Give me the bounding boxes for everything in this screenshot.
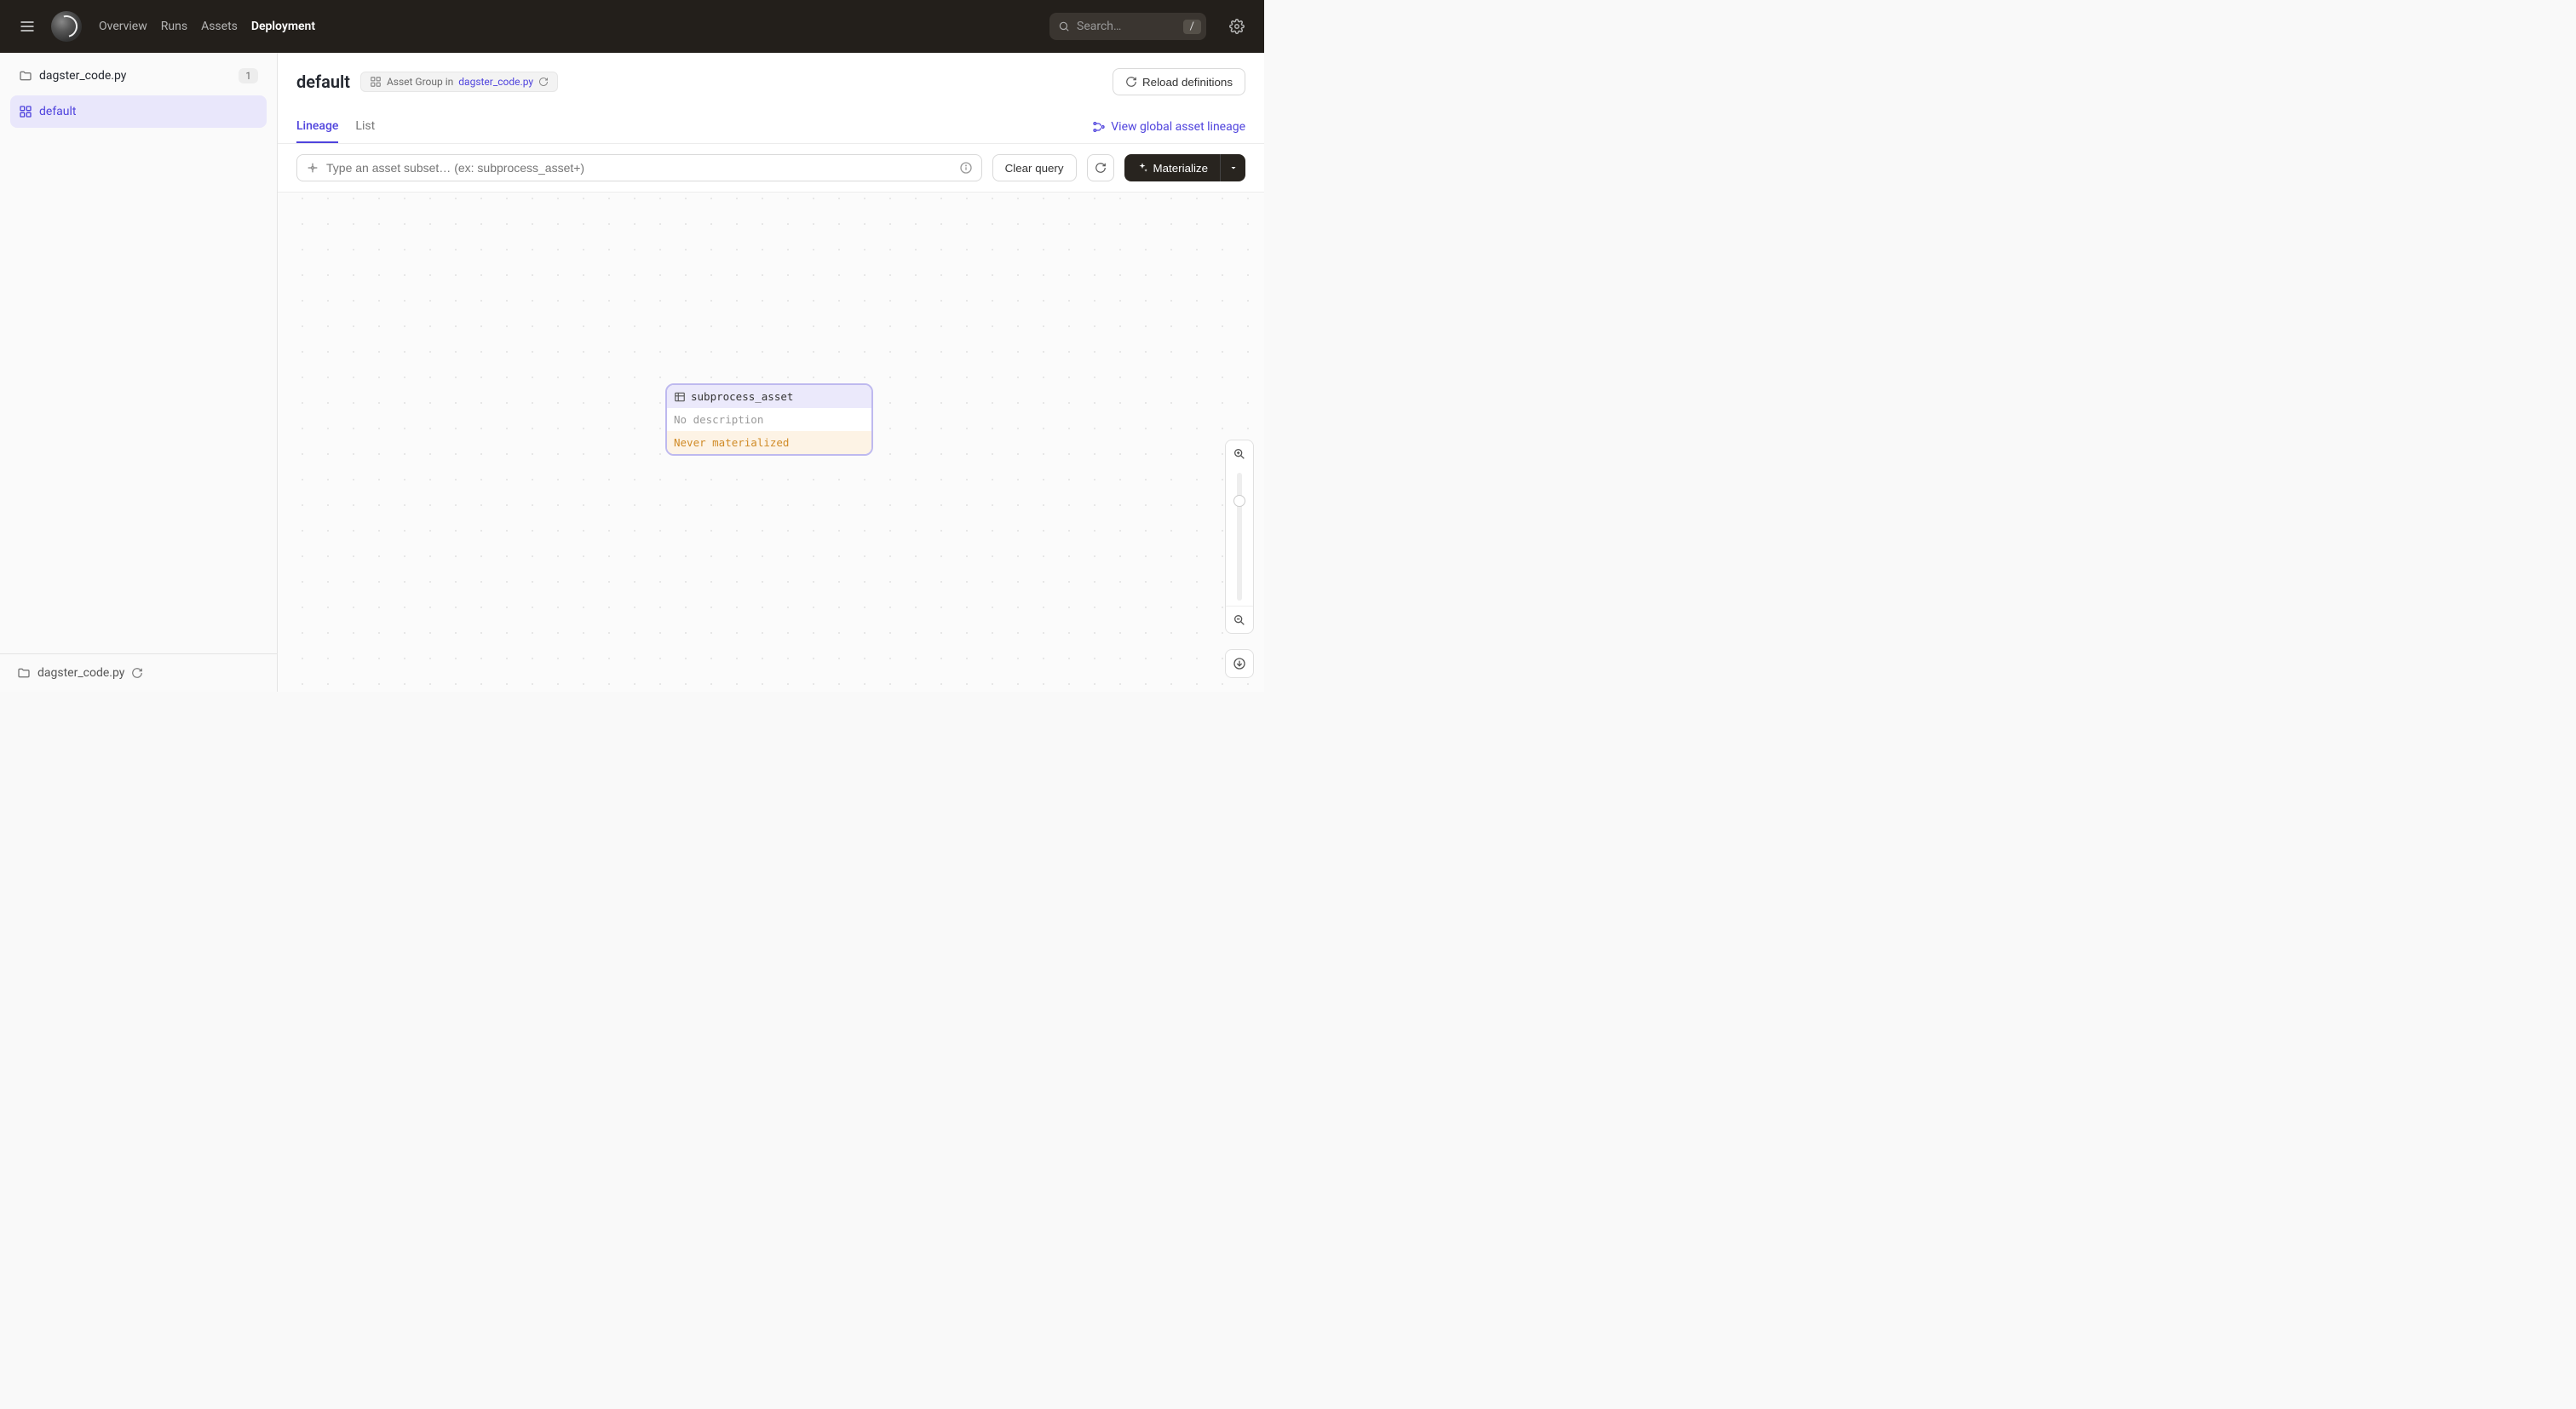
menu-icon [19, 18, 36, 35]
view-global-lineage-link[interactable]: View global asset lineage [1092, 113, 1245, 141]
query-row: Clear query Materialize [278, 144, 1264, 193]
asset-subset-input-wrapper [296, 154, 982, 181]
search-box[interactable]: Search… / [1049, 13, 1206, 40]
sidebar-footer-name: dagster_code.py [37, 666, 124, 680]
settings-button[interactable] [1223, 13, 1251, 40]
materialize-label: Materialize [1153, 162, 1208, 175]
nav-assets[interactable]: Assets [201, 20, 238, 33]
refresh-button[interactable] [1087, 154, 1114, 181]
materialize-button-group: Materialize [1124, 154, 1245, 181]
nav-runs[interactable]: Runs [161, 20, 187, 33]
asset-subset-input[interactable] [326, 161, 952, 175]
search-shortcut: / [1183, 20, 1201, 34]
sidebar-code-location[interactable]: dagster_code.py 1 [10, 60, 267, 92]
lineage-icon [1092, 120, 1106, 134]
sidebar: dagster_code.py 1 default dagster_code.p… [0, 53, 278, 692]
nav-deployment[interactable]: Deployment [251, 20, 315, 33]
page-title: default [296, 72, 350, 92]
asset-node-name: subprocess_asset [691, 390, 793, 403]
asset-group-chip: Asset Group in dagster_code.py [360, 72, 558, 92]
zoom-out-icon [1233, 613, 1246, 627]
zoom-in-icon [1233, 447, 1246, 461]
folder-icon [19, 69, 32, 83]
info-icon[interactable] [959, 161, 973, 175]
materialize-dropdown-button[interactable] [1220, 154, 1245, 181]
sidebar-group-default[interactable]: default [10, 95, 267, 128]
nav-overview[interactable]: Overview [99, 20, 147, 33]
tab-lineage[interactable]: Lineage [296, 111, 338, 143]
sparkle-icon [1136, 162, 1148, 174]
tabs-row: Lineage List View global asset lineage [278, 111, 1264, 144]
asset-node-header: subprocess_asset [667, 385, 871, 408]
download-svg-button[interactable] [1225, 649, 1254, 678]
asset-group-icon [19, 105, 32, 118]
asset-node-status: Never materialized [667, 431, 871, 454]
asset-group-link[interactable]: dagster_code.py [458, 76, 533, 88]
folder-icon [17, 666, 31, 680]
asset-group-prefix: Asset Group in [387, 76, 453, 88]
lineage-canvas[interactable]: subprocess_asset No description Never ma… [278, 193, 1264, 692]
zoom-out-button[interactable] [1226, 606, 1253, 633]
reload-icon [1125, 76, 1137, 88]
chevron-down-icon [1228, 163, 1239, 173]
reload-icon[interactable] [131, 667, 143, 679]
sidebar-code-location-name: dagster_code.py [39, 69, 126, 83]
gear-icon [1229, 19, 1245, 34]
menu-button[interactable] [14, 13, 41, 40]
sidebar-group-name: default [39, 105, 77, 118]
filter-icon [306, 161, 319, 175]
zoom-in-button[interactable] [1226, 440, 1253, 468]
asset-node-description: No description [667, 408, 871, 431]
view-global-lineage-label: View global asset lineage [1111, 120, 1245, 134]
search-placeholder: Search… [1077, 20, 1176, 33]
zoom-slider-thumb[interactable] [1233, 495, 1245, 507]
nav-links: Overview Runs Assets Deployment [99, 20, 315, 33]
asset-group-icon [370, 76, 382, 88]
reload-icon [1095, 162, 1107, 174]
main-header: default Asset Group in dagster_code.py R… [278, 53, 1264, 102]
asset-node-subprocess-asset[interactable]: subprocess_asset No description Never ma… [665, 383, 873, 456]
main-panel: default Asset Group in dagster_code.py R… [278, 53, 1264, 692]
clear-query-button[interactable]: Clear query [992, 154, 1077, 181]
table-icon [674, 391, 686, 403]
download-icon [1233, 657, 1246, 670]
zoom-slider-track[interactable] [1237, 473, 1242, 601]
reload-icon[interactable] [538, 77, 549, 87]
dagster-logo[interactable] [51, 11, 82, 42]
materialize-button[interactable]: Materialize [1124, 154, 1220, 181]
tab-list[interactable]: List [355, 111, 375, 143]
zoom-controls [1225, 440, 1254, 634]
reload-definitions-button[interactable]: Reload definitions [1113, 68, 1245, 95]
sidebar-footer: dagster_code.py [0, 653, 277, 692]
sidebar-code-location-count: 1 [239, 68, 258, 83]
top-header: Overview Runs Assets Deployment Search… … [0, 0, 1264, 53]
search-icon [1058, 20, 1070, 32]
reload-definitions-label: Reload definitions [1142, 76, 1233, 89]
